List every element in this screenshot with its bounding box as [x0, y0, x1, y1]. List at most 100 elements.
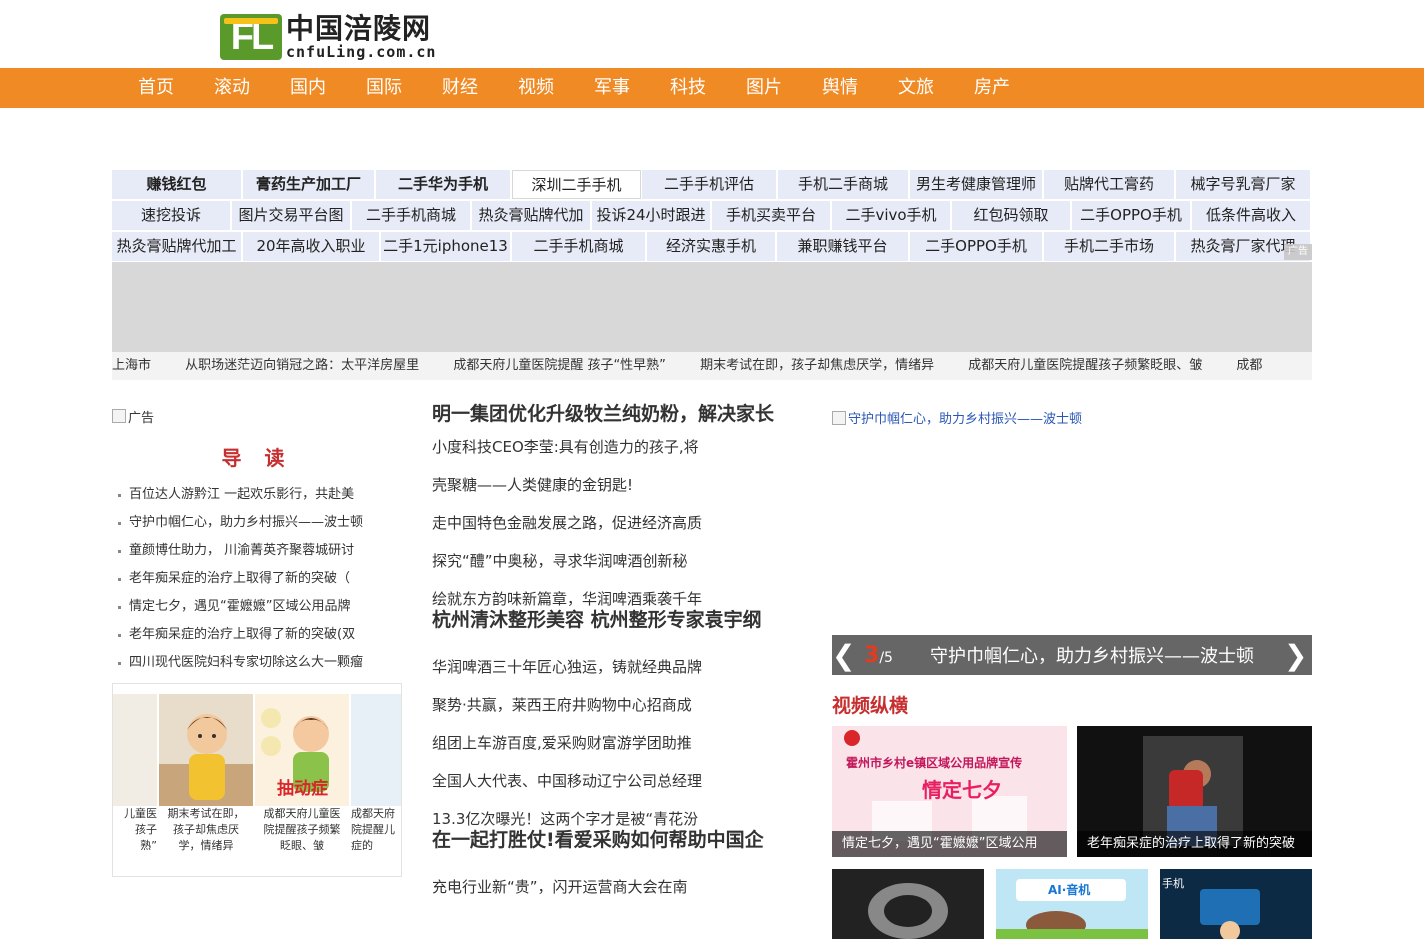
- guide-item[interactable]: 守护巾帼仁心，助力乡村振兴——波士顿: [116, 509, 402, 537]
- carousel-caption: 成都天府 院提醒儿 症的: [351, 807, 395, 852]
- video-caption: 情定七夕，遇见“霍嬷嬷”区域公用: [832, 831, 1067, 857]
- video-script-text: 情定七夕: [922, 778, 1002, 802]
- guide-item[interactable]: 老年痴呆症的治疗上取得了新的突破（: [116, 565, 402, 593]
- news-item[interactable]: 全国人大代表、中国移动辽宁公司总经理: [432, 762, 782, 800]
- headline[interactable]: 在一起打胜仗!看爱采购如何帮助中国企: [432, 830, 782, 851]
- tag-link[interactable]: 二手手机评估: [642, 170, 778, 199]
- carousel-image: [351, 694, 401, 806]
- video-thumb[interactable]: AI·音机: [996, 869, 1148, 939]
- video-thumb[interactable]: [832, 869, 984, 939]
- news-item[interactable]: 聚势·共赢，莱西王府井购物中心招商成: [432, 686, 782, 724]
- ticker-item[interactable]: 成都天府儿童医院提醒孩子频繁眨眼、皱: [968, 358, 1202, 373]
- slide-prev-button[interactable]: ❮: [832, 639, 855, 672]
- tag-link[interactable]: 20年高收入职业: [243, 232, 380, 261]
- slide-image-alt: 守护巾帼仁心，助力乡村振兴——波士顿: [848, 412, 1083, 427]
- nav-international[interactable]: 国际: [346, 68, 422, 108]
- tag-link[interactable]: 赚钱红包: [112, 170, 243, 199]
- site-logo[interactable]: FL 中国涪陵网 cnfuLing.com.cn: [220, 14, 436, 60]
- guide-item[interactable]: 情定七夕，遇见“霍嬷嬷”区域公用品牌: [116, 593, 402, 621]
- news-item[interactable]: 充电行业新“贵”，闪开运营商大会在南: [432, 868, 782, 906]
- video-card[interactable]: 老年痴呆症的治疗上取得了新的突破: [1077, 726, 1312, 857]
- nav-pictures[interactable]: 图片: [726, 68, 802, 108]
- video-thumb-label: AI·音机: [1048, 883, 1091, 897]
- news-item[interactable]: 绘就东方韵味新篇章，华润啤酒乘袭千年: [432, 588, 782, 610]
- tag-link[interactable]: 械字号乳膏厂家: [1176, 170, 1312, 199]
- video-thumb[interactable]: 手机: [1160, 869, 1312, 939]
- slide-title[interactable]: 守护巾帼仁心，助力乡村振兴——波士顿: [930, 642, 1284, 668]
- broken-image-icon: [112, 409, 126, 423]
- tag-link[interactable]: 二手vivo手机: [832, 201, 951, 230]
- ticker-item[interactable]: 上海市: [112, 358, 151, 373]
- video-thumb-label: 手机: [1162, 877, 1184, 890]
- tag-link[interactable]: 红包码领取: [952, 201, 1071, 230]
- nav-military[interactable]: 军事: [574, 68, 650, 108]
- nav-video[interactable]: 视频: [498, 68, 574, 108]
- carousel-item[interactable]: 抽动症 成都天府儿童医 院提醒孩子频繁 眨眼、皱: [255, 694, 349, 854]
- ad-image-link[interactable]: 广告: [112, 404, 402, 428]
- nav-opinion[interactable]: 舆情: [802, 68, 878, 108]
- tag-link[interactable]: 男生考健康管理师: [910, 170, 1044, 199]
- nav-home[interactable]: 首页: [118, 68, 194, 108]
- tag-link[interactable]: 手机二手市场: [1044, 232, 1176, 261]
- carousel-caption: 成都天府儿童医 院提醒孩子频繁 眨眼、皱: [263, 807, 341, 852]
- tag-link[interactable]: 兼职赚钱平台: [777, 232, 910, 261]
- news-item[interactable]: 壳聚糖——人类健康的金钥匙!: [432, 466, 782, 504]
- tag-link[interactable]: 深圳二手手机: [512, 170, 642, 199]
- ad-badge: 广告: [1284, 244, 1312, 260]
- tag-link[interactable]: 热灸膏贴牌代加: [472, 201, 591, 230]
- middle-column: 明一集团优化升级牧兰纯奶粉，解决家长 小度科技CEO李莹:具有创造力的孩子,将 …: [432, 404, 782, 906]
- main-nav: 首页 滚动 国内 国际 财经 视频 军事 科技 图片 舆情 文旅 房产: [0, 68, 1424, 108]
- news-item[interactable]: 探究“醴”中奥秘，寻求华润啤酒创新秘: [432, 542, 782, 580]
- nav-scroll[interactable]: 滚动: [194, 68, 270, 108]
- guide-item[interactable]: 童颜博仕助力， 川渝菁英齐聚蓉城研讨: [116, 537, 402, 565]
- nav-tech[interactable]: 科技: [650, 68, 726, 108]
- tag-link[interactable]: 热灸膏贴牌代加工: [112, 232, 243, 261]
- slide-next-button[interactable]: ❯: [1284, 639, 1307, 672]
- tag-link[interactable]: 二手OPPO手机: [1072, 201, 1191, 230]
- logo-name: 中国涪陵网: [286, 12, 432, 45]
- ticker-item[interactable]: 从职场迷茫迈向销冠之路：太平洋房屋里: [185, 358, 419, 373]
- news-item[interactable]: 小度科技CEO李莹:具有创造力的孩子,将: [432, 428, 782, 466]
- slide-current: 3: [864, 642, 880, 668]
- tag-link[interactable]: 手机买卖平台: [712, 201, 831, 230]
- tag-link[interactable]: 手机二手商城: [778, 170, 910, 199]
- nav-culture-travel[interactable]: 文旅: [878, 68, 954, 108]
- news-item[interactable]: 组团上车游百度,爱采购财富游学团助推: [432, 724, 782, 762]
- video-card[interactable]: 霍州市乡村e镇区域公用品牌宣传 情定七夕 情定七夕，遇见“霍嬷嬷”区域公用: [832, 726, 1067, 857]
- slideshow[interactable]: 守护巾帼仁心，助力乡村振兴——波士顿: [832, 404, 1312, 635]
- tag-link[interactable]: 二手OPPO手机: [910, 232, 1044, 261]
- tag-link[interactable]: 二手华为手机: [376, 170, 511, 199]
- nav-domestic[interactable]: 国内: [270, 68, 346, 108]
- carousel-item[interactable]: 成都天府 院提醒儿 症的: [351, 694, 401, 854]
- tag-link[interactable]: 图片交易平台图: [232, 201, 351, 230]
- tag-link[interactable]: 速挖投诉: [112, 201, 231, 230]
- nav-real-estate[interactable]: 房产: [954, 68, 1030, 108]
- news-item[interactable]: 华润啤酒三十年匠心独运，铸就经典品牌: [432, 648, 782, 686]
- guide-item[interactable]: 四川现代医院妇科专家切除这么大一颗瘤: [116, 649, 402, 677]
- guide-item[interactable]: 百位达人游黔江 一起欢乐影行，共赴美: [116, 481, 402, 509]
- tag-link[interactable]: 二手手机商城: [512, 232, 646, 261]
- headline[interactable]: 杭州清沐整形美容 杭州整形专家袁宇纲: [432, 610, 782, 631]
- tag-link[interactable]: 经济实惠手机: [646, 232, 777, 261]
- tag-link[interactable]: 二手手机商城: [352, 201, 471, 230]
- slide-image-link[interactable]: 守护巾帼仁心，助力乡村振兴——波士顿: [832, 404, 1312, 427]
- carousel-item[interactable]: 儿童医 孩子 熟”: [113, 694, 157, 854]
- nav-finance[interactable]: 财经: [422, 68, 498, 108]
- video-section-heading: 视频纵横: [832, 695, 909, 717]
- tag-link[interactable]: 投诉24小时跟进: [592, 201, 711, 230]
- tag-link[interactable]: 低条件高收入: [1192, 201, 1311, 230]
- ad-banner[interactable]: 广告: [112, 244, 1312, 352]
- ticker-item[interactable]: 成都天府儿童医院提醒 孩子“性早熟”: [453, 358, 666, 373]
- news-item[interactable]: 走中国特色金融发展之路，促进经济高质: [432, 504, 782, 542]
- tag-link[interactable]: 二手1元iphone13: [380, 232, 511, 261]
- tag-link[interactable]: 膏药生产加工厂: [243, 170, 376, 199]
- carousel-caption: 期末考试在即， 孩子却焦虑厌 学，情绪异: [167, 807, 245, 852]
- guide-item[interactable]: 老年痴呆症的治疗上取得了新的突破(双: [116, 621, 402, 649]
- news-item[interactable]: 13.3亿次曝光！这两个字才是被“青花汾: [432, 808, 782, 830]
- carousel-item[interactable]: 期末考试在即， 孩子却焦虑厌 学，情绪异: [159, 694, 253, 854]
- tag-link[interactable]: 贴牌代工膏药: [1044, 170, 1176, 199]
- headline[interactable]: 明一集团优化升级牧兰纯奶粉，解决家长: [432, 404, 782, 425]
- ticker-item[interactable]: 成都: [1236, 358, 1262, 373]
- ticker-item[interactable]: 期末考试在即，孩子却焦虑厌学，情绪异: [700, 358, 934, 373]
- carousel-image: [113, 694, 157, 806]
